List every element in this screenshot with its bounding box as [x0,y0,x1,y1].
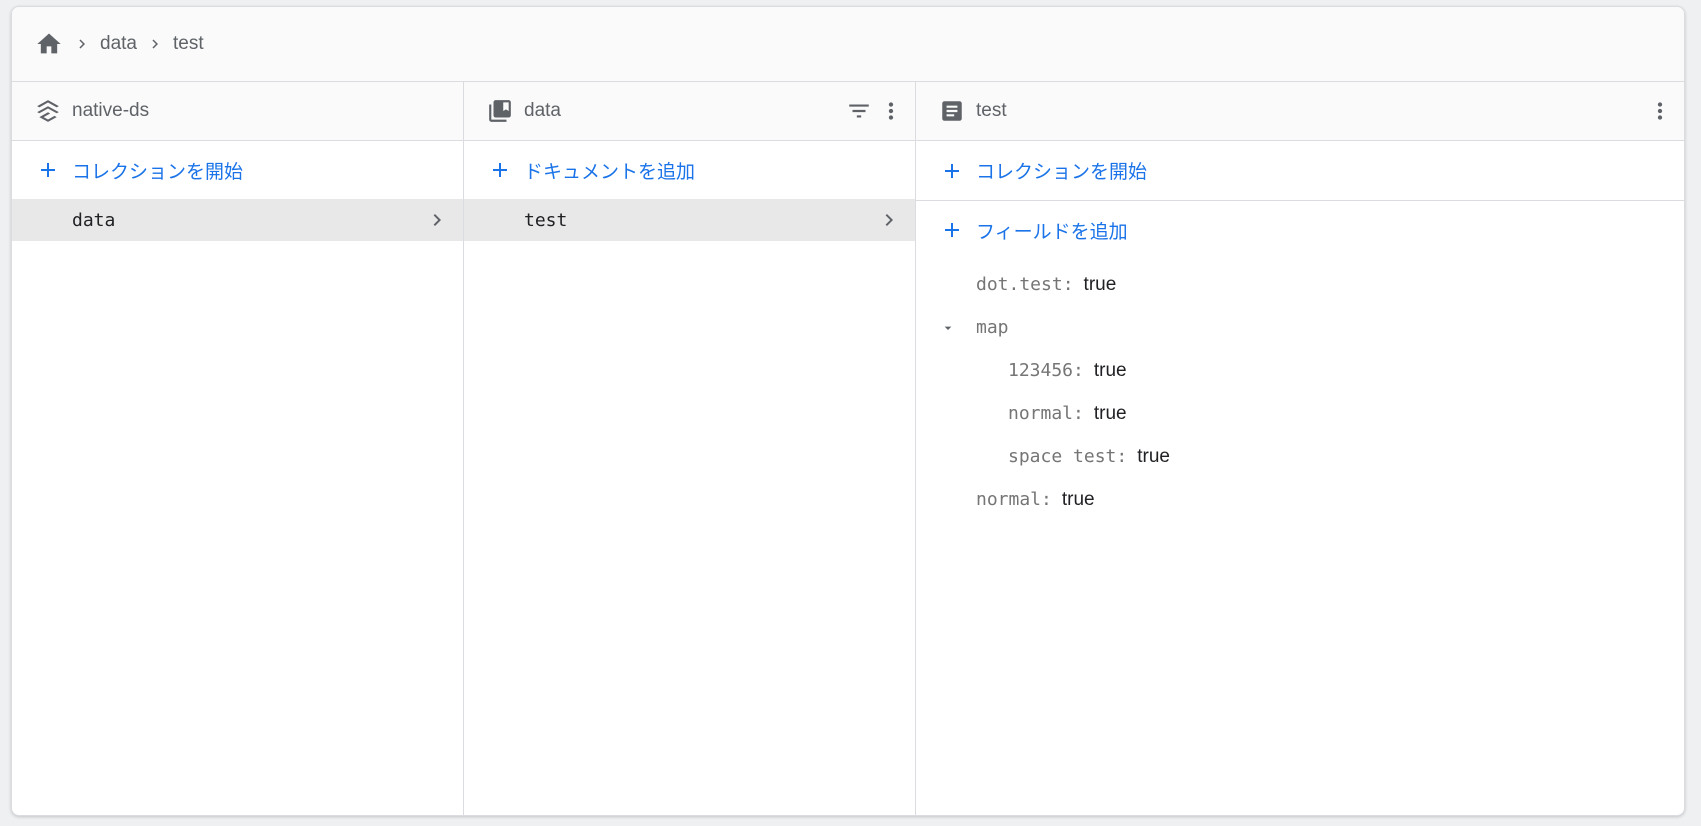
add-document-label: ドキュメントを追加 [524,161,696,183]
start-subcollection-button[interactable]: コレクションを開始 [916,141,1684,201]
add-icon [486,156,514,184]
home-icon[interactable] [34,29,64,59]
collection-column: data ドキュメントを追加 test [464,82,916,815]
chevron-right-icon [64,29,100,59]
add-icon [938,157,966,185]
breadcrumb: data test [12,7,1684,82]
add-icon [938,216,966,244]
field-key: space test [1008,446,1117,467]
database-stack-icon [34,97,62,125]
document-title: test [976,100,1007,121]
root-column: native-ds コレクションを開始 data [12,82,464,815]
field-value: true [1093,359,1127,381]
add-field-button[interactable]: フィールドを追加 [916,201,1684,259]
field-value: true [1061,488,1095,510]
filter-icon[interactable] [843,95,875,127]
add-document-button[interactable]: ドキュメントを追加 [464,141,915,199]
root-column-header: native-ds [12,82,463,141]
field-key: normal [1008,403,1074,424]
chevron-right-icon [137,29,173,59]
field-value: true [1137,445,1170,467]
collection-title: data [524,100,561,121]
field-value: true [1093,402,1127,424]
map-field-row[interactable]: map [916,306,1684,349]
field-key: normal [976,489,1042,510]
field-key: dot.test [976,274,1063,295]
field-key: 123456 [1008,360,1074,381]
document-column-header: test [916,82,1684,141]
start-collection-label: コレクションを開始 [72,161,244,183]
document-list-item[interactable]: test [464,199,915,241]
collection-column-header: data [464,82,915,141]
collection-name: data [72,209,116,231]
panel-columns: native-ds コレクションを開始 data data ドキュメントを追加 … [12,82,1684,815]
field-value: true [1083,273,1117,295]
root-title: native-ds [72,100,150,121]
chevron-right-icon [425,208,449,232]
field-list: dot.test: true map 123456: true normal: … [916,259,1684,521]
chevron-right-icon [877,208,901,232]
field-row[interactable]: 123456: true [916,349,1684,392]
start-subcollection-label: コレクションを開始 [976,162,1148,183]
collection-icon [486,97,514,125]
collapse-caret-icon[interactable] [938,318,958,338]
more-vert-icon[interactable] [1644,95,1676,127]
add-field-label: フィールドを追加 [976,221,1128,243]
start-collection-button[interactable]: コレクションを開始 [12,141,463,199]
more-vert-icon[interactable] [875,95,907,127]
add-icon [34,156,62,184]
field-row[interactable]: normal: true [916,478,1684,521]
collection-list-item[interactable]: data [12,199,463,241]
field-row[interactable]: normal: true [916,392,1684,435]
field-row[interactable]: dot.test: true [916,263,1684,306]
document-name: test [524,209,568,231]
breadcrumb-item-test[interactable]: test [173,33,204,55]
field-row[interactable]: space test: true [916,435,1684,478]
firestore-data-panel: data test native-ds コレクションを開始 data data … [11,6,1685,816]
breadcrumb-item-data[interactable]: data [100,33,137,55]
document-icon [938,97,966,125]
field-key: map [976,317,1009,338]
document-column: test コレクションを開始 フィールドを追加 dot.test: true m… [916,82,1684,815]
